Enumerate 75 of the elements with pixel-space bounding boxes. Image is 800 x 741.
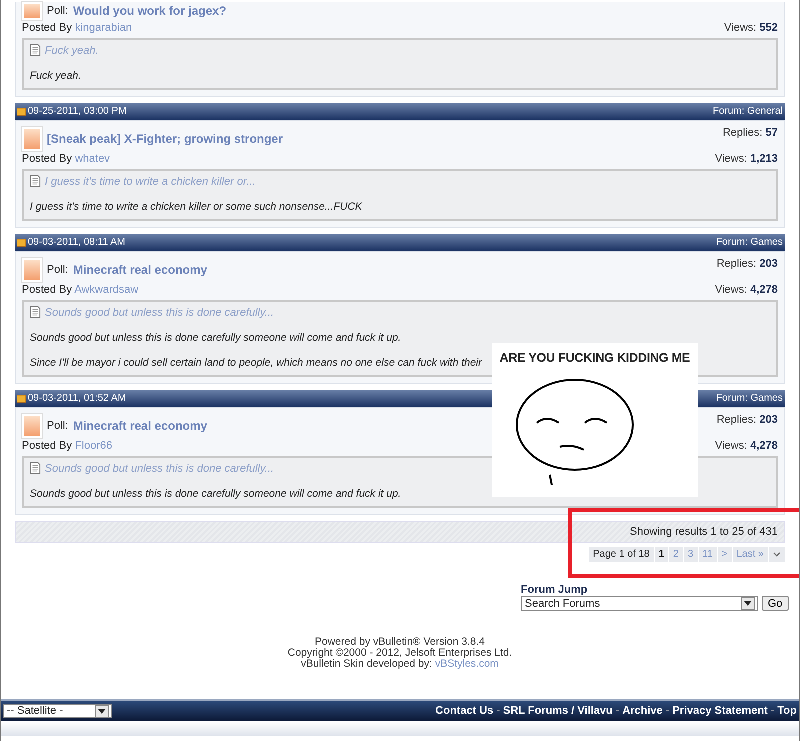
document-icon bbox=[30, 44, 41, 57]
link-separator: - bbox=[770, 705, 775, 717]
preview-text: I guess it's time to write a chicken killer or... bbox=[45, 176, 256, 188]
footer-text: vBulletin Skin developed by: bbox=[301, 658, 432, 670]
results-text: Showing results 1 to 25 of 431 bbox=[630, 526, 778, 538]
link-separator: - bbox=[616, 705, 620, 717]
footer-link[interactable]: Contact Us bbox=[436, 705, 494, 717]
post-text: Since I'll be mayor i could sell certain land to people, which means no one else can fuck with their bbox=[30, 357, 482, 369]
page-link[interactable]: Last » bbox=[732, 547, 768, 562]
preview-text: Sounds good but unless this is done carefully... bbox=[45, 462, 274, 474]
thread-icon bbox=[22, 127, 42, 151]
footer-link[interactable]: SRL Forums / Villavu bbox=[503, 705, 613, 717]
folder-icon bbox=[17, 238, 26, 247]
footer-link[interactable]: Top bbox=[778, 705, 797, 717]
forum-jump-title: Forum Jump bbox=[521, 584, 588, 596]
footer-text: Copyright ©2000 - 2012, Jelsoft Enterprises Ltd. bbox=[286, 648, 514, 659]
go-button[interactable]: Go bbox=[762, 596, 789, 611]
footer-link[interactable]: Archive bbox=[622, 705, 663, 717]
post-text: Fuck yeah. bbox=[30, 70, 82, 82]
views-count: Views: 552 bbox=[724, 22, 778, 34]
link-separator: - bbox=[496, 705, 500, 717]
replies-count: Replies: 203 bbox=[716, 258, 778, 270]
views-count: Views: 4,278 bbox=[715, 440, 778, 452]
thread-prefix: Poll: bbox=[47, 420, 68, 432]
page-label: Page 1 of 18 bbox=[589, 547, 654, 562]
post-text: I guess it's time to write a chicken killer or some such nonsense...FUCK bbox=[30, 201, 362, 213]
thread-prefix: Poll: bbox=[47, 5, 68, 17]
post-date: 09-03-2011, 08:11 AM bbox=[28, 237, 126, 248]
views-count: Views: 4,278 bbox=[715, 284, 778, 296]
folder-icon bbox=[17, 394, 26, 403]
forum-jump-select[interactable]: Search Forums bbox=[521, 596, 758, 611]
thread-title-link[interactable]: Would you work for jagex? bbox=[73, 4, 227, 18]
posted-by: Posted By whatev bbox=[22, 153, 110, 165]
thread-title-link[interactable]: [Sneak peak] X-Fighter; growing stronger bbox=[47, 132, 284, 146]
document-icon bbox=[30, 175, 41, 188]
post-text: Sounds good but unless this is done carefully someone will come and fuck it up. bbox=[30, 488, 402, 500]
posted-by: Posted By Floor66 bbox=[22, 440, 112, 452]
page-link[interactable]: > bbox=[718, 547, 732, 562]
thread-prefix: Poll: bbox=[47, 264, 68, 276]
document-icon bbox=[30, 306, 41, 319]
document-icon bbox=[30, 462, 41, 475]
link-separator: - bbox=[666, 705, 670, 717]
page-link[interactable]: 2 bbox=[669, 547, 683, 562]
chevron-down-icon bbox=[773, 552, 781, 558]
post-text: Sounds good but unless this is done carefully someone will come and fuck it up. bbox=[30, 332, 402, 344]
replies-count: Replies: 57 bbox=[722, 127, 778, 139]
folder-icon bbox=[17, 107, 26, 116]
author-link[interactable]: whatev bbox=[75, 153, 110, 165]
footer-text: Powered by vBulletin® Version 3.8.4 bbox=[314, 637, 486, 648]
author-link[interactable]: kingarabian bbox=[75, 22, 132, 34]
page-link[interactable]: 3 bbox=[684, 547, 698, 562]
thread-icon bbox=[22, 258, 42, 282]
style-select[interactable]: -- Satellite - bbox=[3, 704, 112, 718]
posted-by: Posted By kingarabian bbox=[22, 22, 132, 34]
thread-icon bbox=[22, 414, 42, 438]
thread-title-link[interactable]: Minecraft real economy bbox=[73, 419, 208, 433]
forum-name: Forum: Games bbox=[716, 393, 783, 404]
author-link[interactable]: Floor66 bbox=[75, 440, 112, 452]
posted-by: Posted By Awkwardsaw bbox=[22, 284, 139, 296]
thread-title-link[interactable]: Minecraft real economy bbox=[73, 263, 208, 277]
footer-link[interactable]: Privacy Statement bbox=[672, 705, 768, 717]
page-link[interactable]: 11 bbox=[698, 547, 717, 562]
preview-text: Fuck yeah. bbox=[45, 44, 99, 56]
skin-link[interactable]: vBStyles.com bbox=[435, 658, 499, 670]
meme-caption: ARE YOU FUCKING KIDDING ME bbox=[500, 351, 690, 365]
page-menu-button[interactable] bbox=[769, 547, 785, 562]
views-count: Views: 1,213 bbox=[715, 153, 778, 165]
forum-name: Forum: Games bbox=[716, 237, 783, 248]
page-link[interactable]: 1 bbox=[654, 547, 668, 562]
author-link[interactable]: Awkwardsaw bbox=[74, 284, 139, 296]
post-date: 09-03-2011, 01:52 AM bbox=[28, 393, 126, 404]
preview-text: Sounds good but unless this is done carefully... bbox=[45, 306, 274, 318]
forum-name: Forum: General bbox=[712, 106, 783, 117]
post-date: 09-25-2011, 03:00 PM bbox=[28, 106, 127, 117]
replies-count: Replies: 203 bbox=[716, 414, 778, 426]
